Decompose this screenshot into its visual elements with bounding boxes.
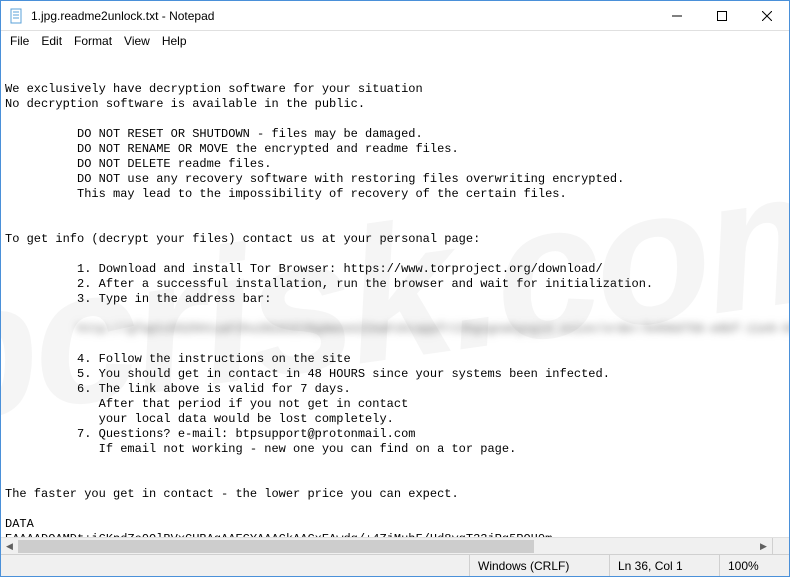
text-line: 4. Follow the instructions on the site xyxy=(5,352,351,366)
text-line: The faster you get in contact - the lowe… xyxy=(5,487,459,501)
menu-view[interactable]: View xyxy=(119,34,155,48)
text-line: 6. The link above is valid for 7 days. xyxy=(5,382,351,396)
text-line: 7. Questions? e-mail: btpsupport@protonm… xyxy=(5,427,415,441)
text-line: We exclusively have decryption software … xyxy=(5,82,423,96)
window-title: 1.jpg.readme2unlock.txt - Notepad xyxy=(31,9,214,23)
text-line-blurred: http://gfapto552hhtuaF2hs282diE28gAmeon2… xyxy=(5,322,789,336)
text-area[interactable]: pcrisk.com We exclusively have decryptio… xyxy=(1,50,789,537)
status-zoom: 100% xyxy=(719,555,789,576)
titlebar[interactable]: 1.jpg.readme2unlock.txt - Notepad xyxy=(1,1,789,31)
text-line: This may lead to the impossibility of re… xyxy=(5,187,567,201)
text-line: No decryption software is available in t… xyxy=(5,97,365,111)
maximize-button[interactable] xyxy=(699,1,744,31)
scroll-right-icon[interactable]: ▶ xyxy=(755,538,772,555)
status-position: Ln 36, Col 1 xyxy=(609,555,719,576)
notepad-window: 1.jpg.readme2unlock.txt - Notepad File E… xyxy=(0,0,790,577)
scroll-track[interactable] xyxy=(18,538,755,555)
text-line: DO NOT RESET OR SHUTDOWN - files may be … xyxy=(5,127,423,141)
status-encoding: Windows (CRLF) xyxy=(469,555,609,576)
close-button[interactable] xyxy=(744,1,789,31)
text-line: 1. Download and install Tor Browser: htt… xyxy=(5,262,603,276)
text-line: If email not working - new one you can f… xyxy=(5,442,516,456)
text-line: 5. You should get in contact in 48 HOURS… xyxy=(5,367,610,381)
menu-help[interactable]: Help xyxy=(157,34,192,48)
horizontal-scrollbar[interactable]: ◀ ▶ xyxy=(1,537,789,554)
text-line: DO NOT RENAME OR MOVE the encrypted and … xyxy=(5,142,459,156)
window-controls xyxy=(654,1,789,30)
menu-edit[interactable]: Edit xyxy=(36,34,67,48)
menu-file[interactable]: File xyxy=(5,34,34,48)
text-line: 3. Type in the address bar: xyxy=(5,292,271,306)
notepad-icon xyxy=(9,8,25,24)
minimize-button[interactable] xyxy=(654,1,699,31)
scroll-left-icon[interactable]: ◀ xyxy=(1,538,18,555)
text-line: After that period if you not get in cont… xyxy=(5,397,408,411)
text-line: your local data would be lost completely… xyxy=(5,412,394,426)
scroll-thumb[interactable] xyxy=(18,540,534,553)
text-line: DO NOT use any recovery software with re… xyxy=(5,172,624,186)
scrollbar-corner xyxy=(772,538,789,555)
text-line: DATA xyxy=(5,517,34,531)
menubar: File Edit Format View Help xyxy=(1,31,789,50)
text-line: 2. After a successful installation, run … xyxy=(5,277,653,291)
text-line: EAAAADQAMDt+iGKpdZe9OlBVxCUBAgAAEGYAAACk… xyxy=(5,532,552,537)
menu-format[interactable]: Format xyxy=(69,34,117,48)
text-line: DO NOT DELETE readme files. xyxy=(5,157,271,171)
statusbar: Windows (CRLF) Ln 36, Col 1 100% xyxy=(1,554,789,576)
text-line: To get info (decrypt your files) contact… xyxy=(5,232,480,246)
